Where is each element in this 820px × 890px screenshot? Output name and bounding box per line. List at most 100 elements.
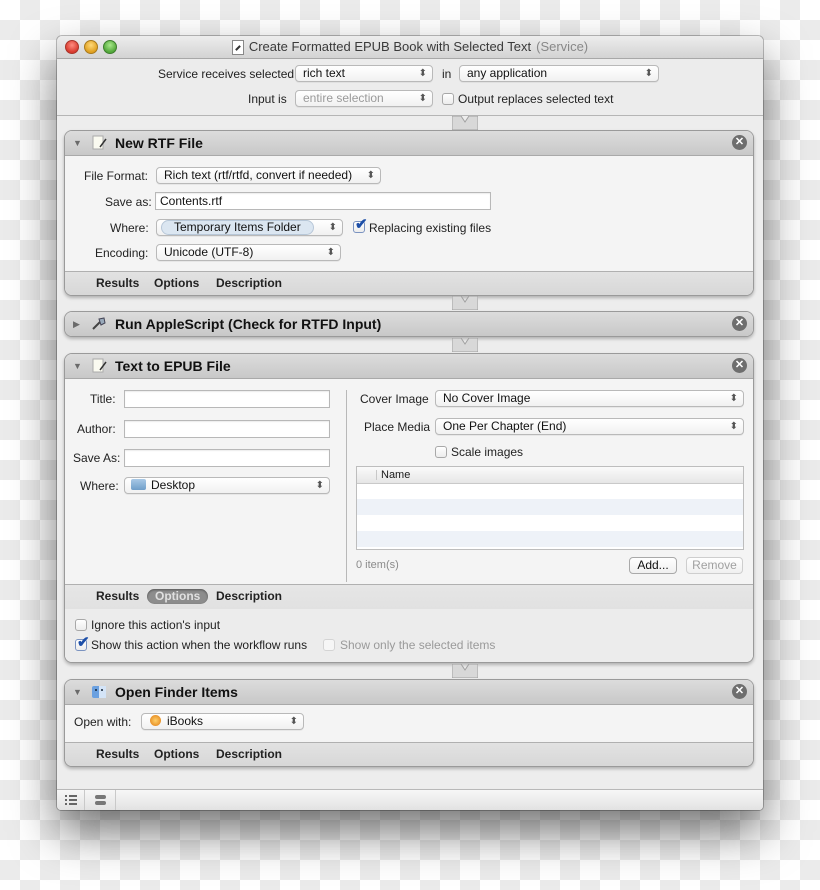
remove-media-button[interactable]: Remove <box>686 557 743 574</box>
input-type-popup[interactable]: rich text <box>295 65 433 82</box>
flow-view-icon <box>95 795 106 805</box>
encoding-value: Unicode (UTF-8) <box>164 245 254 259</box>
action-header[interactable]: ▼ New RTF File ✕ <box>65 131 753 156</box>
service-receives-label: Service receives selected <box>158 67 295 81</box>
add-media-button[interactable]: Add... <box>629 557 677 574</box>
results-tab[interactable]: Results <box>96 276 139 291</box>
in-label: in <box>442 67 452 81</box>
list-view-button[interactable] <box>57 790 85 810</box>
name-column-header[interactable]: Name <box>381 467 410 483</box>
output-replaces-label: Output replaces selected text <box>458 92 614 106</box>
remove-action-icon[interactable]: ✕ <box>732 316 747 331</box>
workflow-area: ▼ New RTF File ✕ File Format: Rich text … <box>57 116 763 788</box>
open-with-popup[interactable]: iBooks <box>141 713 304 730</box>
scale-images-checkbox[interactable] <box>435 446 447 458</box>
minimize-window-button[interactable] <box>84 40 98 54</box>
action-run-applescript: ▶ Run AppleScript (Check for RTFD Input)… <box>64 311 754 337</box>
popup-arrows-icon <box>419 66 426 81</box>
title-bar[interactable]: Create Formatted EPUB Book with Selected… <box>57 36 763 59</box>
application-value: any application <box>467 66 548 80</box>
table-row[interactable] <box>357 515 743 531</box>
table-row[interactable] <box>357 499 743 515</box>
encoding-label: Encoding: <box>95 246 149 260</box>
file-format-label: File Format: <box>84 169 149 183</box>
replacing-files-checkbox[interactable]: ✔ <box>353 217 368 233</box>
input-is-popup[interactable]: entire selection <box>295 90 433 107</box>
where-value: Temporary Items Folder <box>161 220 314 235</box>
results-tab[interactable]: Results <box>96 747 139 762</box>
place-media-value: One Per Chapter (End) <box>443 419 567 433</box>
automator-window: Create Formatted EPUB Book with Selected… <box>57 36 763 810</box>
table-row[interactable] <box>357 531 743 547</box>
window-title-wrap: Create Formatted EPUB Book with Selected… <box>231 36 588 58</box>
list-view-icon <box>65 795 77 805</box>
close-window-button[interactable] <box>65 40 79 54</box>
window-title: Create Formatted EPUB Book with Selected… <box>248 39 532 54</box>
output-replaces-checkbox[interactable] <box>442 93 454 105</box>
options-tab[interactable]: Options <box>154 747 199 762</box>
disclosure-triangle-expanded-icon[interactable]: ▼ <box>73 138 82 148</box>
table-row[interactable] <box>357 483 743 499</box>
popup-arrows-icon <box>290 714 297 729</box>
folder-icon <box>131 479 146 490</box>
action-header[interactable]: ▶ Run AppleScript (Check for RTFD Input)… <box>65 312 753 336</box>
epub-where-popup[interactable]: Desktop <box>124 477 330 494</box>
action-header[interactable]: ▼ Open Finder Items ✕ <box>65 680 753 705</box>
popup-arrows-icon <box>419 91 426 106</box>
action-title: Open Finder Items <box>115 684 238 700</box>
description-tab[interactable]: Description <box>216 589 282 604</box>
checkmark-icon: ✔ <box>77 634 90 651</box>
epub-title-field[interactable] <box>124 390 330 408</box>
options-tab[interactable]: Options <box>147 589 209 604</box>
popup-arrows-icon <box>367 168 374 183</box>
epub-author-field[interactable] <box>124 420 330 438</box>
column-separator <box>376 470 377 480</box>
action-header[interactable]: ▼ Text to EPUB File ✕ <box>65 354 753 379</box>
item-count: 0 item(s) <box>356 559 399 571</box>
ibooks-icon <box>150 715 161 726</box>
save-as-field[interactable] <box>155 192 491 210</box>
application-popup[interactable]: any application <box>459 65 659 82</box>
cover-image-label: Cover Image <box>360 392 429 406</box>
disclosure-triangle-expanded-icon[interactable]: ▼ <box>73 687 82 697</box>
description-tab[interactable]: Description <box>216 276 282 291</box>
open-with-value: iBooks <box>167 714 204 728</box>
description-tab[interactable]: Description <box>216 747 282 762</box>
document-script-icon <box>231 39 244 55</box>
place-media-popup[interactable]: One Per Chapter (End) <box>435 418 744 435</box>
replacing-files-label: Replacing existing files <box>369 221 492 235</box>
disclosure-triangle-expanded-icon[interactable]: ▼ <box>73 361 82 371</box>
open-with-label: Open with: <box>74 715 132 729</box>
zoom-window-button[interactable] <box>103 40 117 54</box>
flow-view-button[interactable] <box>85 790 116 810</box>
file-format-popup[interactable]: Rich text (rtf/rtfd, convert if needed) <box>156 167 381 184</box>
ignore-input-checkbox[interactable] <box>75 619 87 631</box>
options-tab[interactable]: Options <box>154 276 199 291</box>
show-action-label: Show this action when the workflow runs <box>91 638 308 652</box>
remove-action-icon[interactable]: ✕ <box>732 135 747 150</box>
popup-arrows-icon <box>316 478 323 493</box>
remove-action-icon[interactable]: ✕ <box>732 684 747 699</box>
textedit-document-icon <box>92 358 107 373</box>
disclosure-triangle-collapsed-icon[interactable]: ▶ <box>73 319 80 330</box>
show-action-checkbox[interactable]: ✔ <box>75 635 90 651</box>
encoding-popup[interactable]: Unicode (UTF-8) <box>156 244 341 261</box>
remove-action-icon[interactable]: ✕ <box>732 358 747 373</box>
cover-image-popup[interactable]: No Cover Image <box>435 390 744 407</box>
media-table[interactable]: Name <box>356 466 744 550</box>
popup-arrows-icon <box>730 391 737 406</box>
action-text-to-epub: ▼ Text to EPUB File ✕ Title: Author: Sav… <box>64 353 754 663</box>
action-connector <box>452 116 478 130</box>
epub-where-value: Desktop <box>151 478 196 492</box>
epub-save-as-field[interactable] <box>124 449 330 467</box>
applescript-icon <box>92 317 106 330</box>
cover-image-value: No Cover Image <box>443 391 531 405</box>
save-as-label: Save as: <box>105 195 152 209</box>
where-popup[interactable]: Temporary Items Folder <box>156 219 343 236</box>
where-label: Where: <box>110 221 149 235</box>
action-footer: Results Options Description <box>65 742 753 766</box>
results-tab[interactable]: Results <box>96 589 139 604</box>
show-selected-checkbox[interactable] <box>323 639 335 651</box>
action-title: New RTF File <box>115 135 203 151</box>
popup-arrows-icon <box>730 419 737 434</box>
